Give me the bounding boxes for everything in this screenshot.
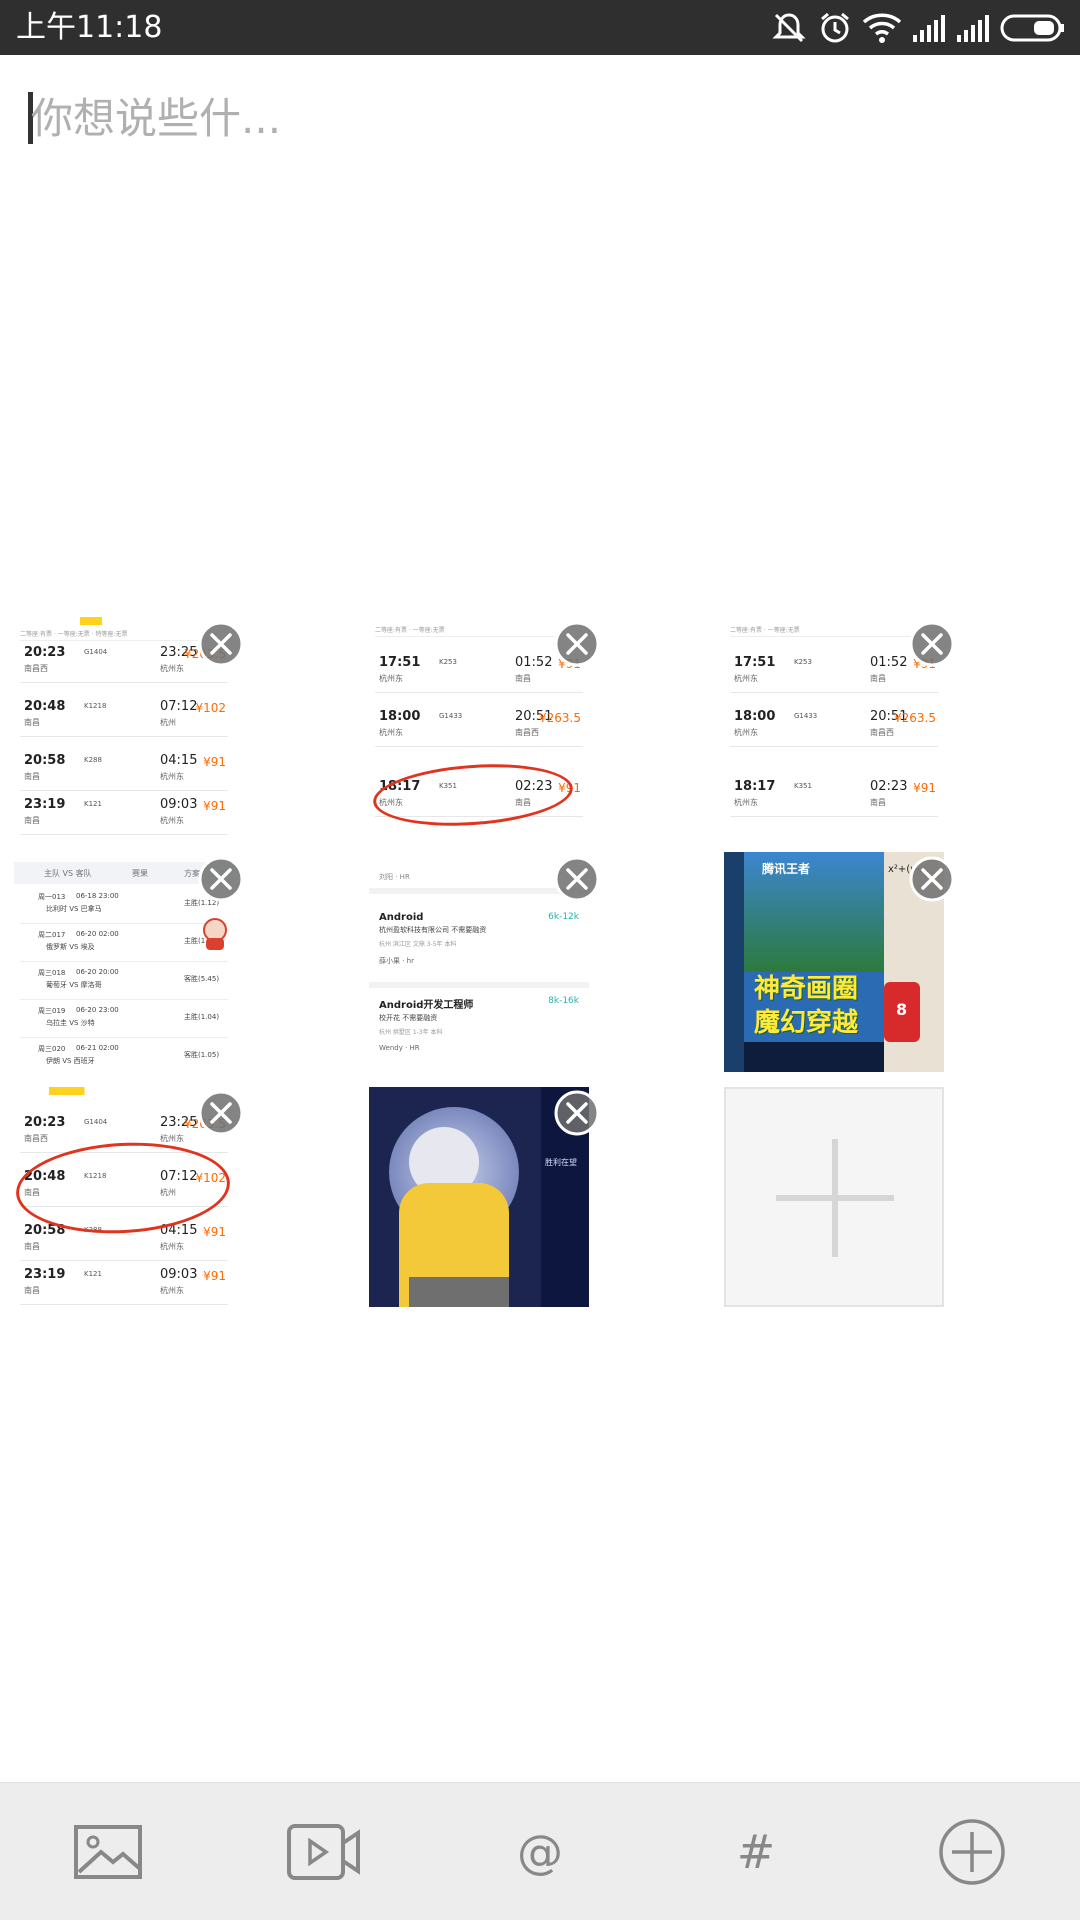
status-time: 上午11:18 bbox=[16, 10, 163, 45]
divider bbox=[369, 982, 589, 988]
player-number: 8 bbox=[896, 1000, 908, 1019]
ad-brand: 腾讯王者 bbox=[762, 862, 811, 876]
ticket-row: 17:51 杭州东 K253 01:52 南昌 ¥91 bbox=[730, 653, 938, 693]
ticket-row: 18:17 杭州东 K351 02:23 南昌 ¥91 bbox=[730, 777, 938, 817]
ticket-row: 18:00 杭州东 G1433 20:51 南昌西 ¥263.5 bbox=[730, 707, 938, 747]
close-icon[interactable] bbox=[554, 621, 600, 667]
status-bar: 上午11:18 bbox=[0, 0, 1080, 55]
close-icon[interactable] bbox=[909, 621, 955, 667]
add-image-button[interactable] bbox=[724, 1087, 944, 1307]
ticket-row: 17:51 杭州东 K253 01:52 南昌 ¥91 bbox=[375, 653, 583, 693]
signal-icon bbox=[957, 15, 989, 42]
wifi-icon bbox=[862, 13, 902, 43]
ad-headline-2: 魔幻穿越 bbox=[754, 1008, 859, 1038]
ticket-row: 23:19 南昌 K121 09:03 杭州东 ¥91 bbox=[20, 795, 228, 835]
recruiter-label: 刘阳 · HR bbox=[379, 873, 410, 881]
ad-border bbox=[724, 852, 744, 1072]
close-icon[interactable] bbox=[198, 621, 244, 667]
job-item: Android开发工程师 校开花 不需要融资 杭州 拱墅区 1-3年 本科 We… bbox=[379, 996, 579, 1052]
ticket-row: 18:00 杭州东 G1433 20:51 南昌西 ¥263.5 bbox=[375, 707, 583, 747]
more-button[interactable] bbox=[912, 1783, 1032, 1921]
seat-info: 二等座:有票 · 一等座:无票 bbox=[375, 625, 583, 637]
match-row: 周三019 06-20 23:00 乌拉圭 VS 沙特 主胜(1.04) bbox=[20, 1000, 228, 1038]
ad-headline-1: 神奇画圈 bbox=[754, 974, 859, 1004]
mute-icon bbox=[772, 13, 806, 43]
game-side-label: 胜利在望 bbox=[545, 1158, 577, 1167]
ticket-row: 20:23 南昌西 G1404 23:25 杭州东 ¥263.5 bbox=[20, 643, 228, 683]
seat-info: 二等座:有票 · 一等座:无票 bbox=[730, 625, 938, 637]
ticket-row: 20:48 南昌 K1218 07:12 杭州 ¥102 bbox=[20, 697, 228, 737]
post-text-input[interactable] bbox=[31, 88, 1031, 148]
close-icon[interactable] bbox=[554, 1090, 600, 1136]
signal-icon bbox=[913, 15, 945, 42]
video-icon bbox=[287, 1824, 360, 1880]
close-icon[interactable] bbox=[554, 856, 600, 902]
red-circle-annotation bbox=[371, 758, 575, 832]
match-row: 周三018 06-20 20:00 葡萄牙 VS 摩洛哥 客胜(5.45) bbox=[20, 962, 228, 1000]
mention-button[interactable]: @ bbox=[480, 1783, 600, 1921]
compose-area[interactable] bbox=[28, 88, 1052, 148]
bottom-toolbar: @ # bbox=[0, 1782, 1080, 1920]
ad-footer bbox=[744, 1042, 884, 1072]
seat-info: 二等座:有票 · 一等座:无票 · 特等座:无票 bbox=[20, 629, 228, 641]
insert-image-button[interactable] bbox=[48, 1783, 168, 1921]
close-icon[interactable] bbox=[198, 856, 244, 902]
close-icon[interactable] bbox=[909, 856, 955, 902]
topic-button[interactable]: # bbox=[696, 1783, 816, 1921]
ticket-row: 20:58 南昌 K288 04:15 杭州东 ¥91 bbox=[20, 751, 228, 791]
match-row: 周一013 06-18 23:00 比利时 VS 巴拿马 主胜(1.12) bbox=[20, 886, 228, 924]
add-circle-icon bbox=[939, 1819, 1005, 1885]
job-item: Android 杭州盈软科技有限公司 不需要融资 杭州 滨江区 文鼎 3-5年 … bbox=[379, 912, 579, 965]
hashtag-icon: # bbox=[736, 1825, 776, 1879]
at-icon: @ bbox=[517, 1825, 563, 1879]
insert-video-button[interactable] bbox=[264, 1783, 384, 1921]
status-icons bbox=[770, 8, 1066, 48]
match-row: 周三020 06-21 02:00 伊朗 VS 西班牙 客胜(1.05) bbox=[20, 1038, 228, 1072]
character-skirt bbox=[409, 1277, 509, 1307]
close-icon[interactable] bbox=[198, 1090, 244, 1136]
lucky-cat-icon bbox=[203, 918, 227, 950]
match-row: 周二017 06-20 02:00 俄罗斯 VS 埃及 主胜(1 bbox=[20, 924, 228, 962]
alarm-icon bbox=[821, 12, 849, 43]
image-icon bbox=[74, 1825, 142, 1879]
ticket-row: 23:19 南昌 K121 09:03 杭州东 ¥91 bbox=[20, 1265, 228, 1305]
battery-icon bbox=[1000, 14, 1064, 42]
